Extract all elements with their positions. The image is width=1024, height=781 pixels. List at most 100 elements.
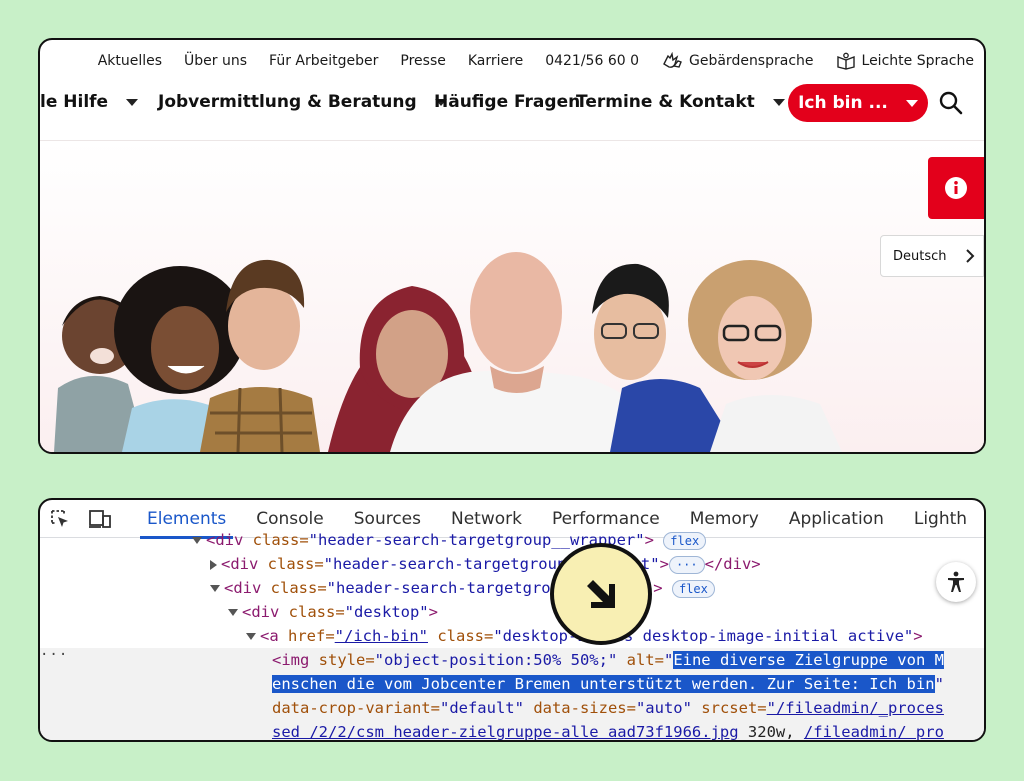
- attr-token: class=: [261, 579, 327, 597]
- phone-number[interactable]: 0421/56 60 0: [545, 53, 639, 69]
- dom-node-wrapper[interactable]: <div class="header-search-targetgroup__w…: [40, 528, 984, 552]
- sign-language-label: Gebärdensprache: [689, 53, 814, 69]
- language-label: Deutsch: [893, 248, 947, 264]
- attr-token: data-sizes=: [523, 699, 636, 717]
- nav-item-hilfe[interactable]: le Hilfe: [40, 92, 139, 112]
- attr-token: data-crop-variant=: [272, 699, 440, 717]
- collapse-triangle-icon[interactable]: [192, 537, 202, 544]
- nav-karriere[interactable]: Karriere: [468, 53, 523, 69]
- ich-bin-label: Ich bin ...: [798, 93, 888, 113]
- info-icon: [945, 177, 967, 199]
- attr-token: srcset=: [691, 699, 767, 717]
- tag-token: <div: [224, 579, 262, 597]
- ich-bin-button[interactable]: Ich bin ...: [788, 84, 928, 122]
- dom-node-img-selected[interactable]: <img style="object-position:50% 50%;" al…: [40, 648, 984, 672]
- nav-item-termine-kontakt[interactable]: Termine & Kontakt: [576, 92, 785, 112]
- value-token: "object-position:50% 50%;": [374, 651, 618, 669]
- href-link[interactable]: "/ich-bin": [335, 627, 428, 645]
- attr-token: class=: [258, 555, 324, 573]
- dom-tree: <div class="header-search-targetgroup__w…: [40, 531, 984, 740]
- value-token: "desktop-images desktop-image-initial ac…: [493, 627, 914, 645]
- dom-node-images[interactable]: <div class="header-search-targetgroup__i…: [40, 576, 984, 600]
- nav-item-haeufige-fragen-label: Häufige Fragen: [434, 92, 581, 112]
- attr-token: href=: [278, 627, 335, 645]
- value-token: "auto": [635, 699, 692, 717]
- collapse-triangle-icon[interactable]: [246, 633, 256, 640]
- main-nav: le Hilfe Jobvermittlung & Beratung Häufi…: [40, 84, 984, 132]
- value-token: "default": [439, 699, 524, 717]
- tag-token: <a: [260, 627, 279, 645]
- dom-node-content[interactable]: <div class="header-search-targetgroup__c…: [40, 552, 984, 576]
- tag-token: <div: [242, 603, 280, 621]
- quote-token: ": [663, 651, 674, 669]
- language-selector[interactable]: Deutsch: [880, 235, 984, 277]
- attr-token: style=: [309, 651, 375, 669]
- easy-language-label: Leichte Sprache: [861, 53, 974, 69]
- chevron-down-icon: [772, 98, 785, 106]
- device-toggle-icon: [89, 509, 111, 528]
- srcset-link[interactable]: sed_/2/2/csm_header-zielgruppe-alle_aad7…: [272, 723, 739, 740]
- dom-node-anchor[interactable]: <a href="/ich-bin" class="desktop-images…: [40, 624, 984, 648]
- nav-item-hilfe-label: le Hilfe: [40, 92, 109, 112]
- sign-language-link[interactable]: Gebärdensprache: [661, 52, 814, 70]
- nav-presse[interactable]: Presse: [400, 53, 445, 69]
- dom-node-img-attrs[interactable]: data-crop-variant="default" data-sizes="…: [40, 696, 984, 720]
- dom-node-img-selected-cont[interactable]: enschen die vom Jobcenter Bremen unterst…: [40, 672, 984, 696]
- tag-token: <div: [206, 531, 244, 549]
- nav-aktuelles[interactable]: Aktuelles: [98, 53, 162, 69]
- hero-banner[interactable]: Deutsch: [40, 140, 984, 452]
- attr-token: alt=: [617, 651, 664, 669]
- dom-node-desktop[interactable]: <div class="desktop">: [40, 600, 984, 624]
- attr-token: class=: [428, 627, 494, 645]
- value-token: "desktop": [344, 603, 429, 621]
- inspect-element-button[interactable]: [40, 508, 80, 530]
- flex-badge[interactable]: flex: [671, 579, 715, 598]
- srcset-link[interactable]: /fileadmin/_pro: [804, 723, 944, 740]
- attr-token: class=: [279, 603, 345, 621]
- devtools-panel: Elements Console Sources Network Perform…: [38, 498, 986, 742]
- tag-token: </div>: [704, 555, 761, 573]
- nav-fuer-arbeitgeber[interactable]: Für Arbeitgeber: [269, 53, 378, 69]
- tag-token: <img: [272, 651, 310, 669]
- sign-language-icon: [663, 52, 682, 68]
- nav-ueber-uns[interactable]: Über uns: [184, 53, 247, 69]
- tag-token: >: [913, 627, 923, 645]
- tag-token: >: [644, 531, 654, 549]
- tag-token: >: [659, 555, 669, 573]
- hero-people-image: [54, 252, 842, 452]
- attr-token: class=: [243, 531, 309, 549]
- collapse-triangle-icon[interactable]: [228, 609, 238, 616]
- inspect-cursor-icon: [51, 509, 68, 527]
- node-gutter-dots[interactable]: ···: [40, 647, 68, 663]
- alt-text-selection[interactable]: enschen die vom Jobcenter Bremen unterst…: [272, 675, 935, 693]
- nav-item-termine-kontakt-label: Termine & Kontakt: [576, 92, 755, 112]
- chevron-down-icon: [905, 99, 918, 107]
- nav-item-jobvermittlung-label: Jobvermittlung & Beratung: [158, 92, 417, 112]
- quote-token: ": [934, 675, 944, 693]
- accessibility-button[interactable]: [936, 562, 976, 602]
- dom-node-img-srcset[interactable]: sed_/2/2/csm_header-zielgruppe-alle_aad7…: [40, 720, 984, 740]
- chevron-down-icon: [126, 98, 139, 106]
- ellipsis-badge[interactable]: ···: [668, 555, 705, 574]
- arrow-down-right-icon: [587, 580, 615, 608]
- book-icon: [836, 52, 855, 70]
- utility-nav: Aktuelles Über uns Für Arbeitgeber Press…: [98, 52, 974, 70]
- tag-token: >: [653, 579, 663, 597]
- tag-token: <div: [221, 555, 259, 573]
- collapse-triangle-icon[interactable]: [210, 585, 220, 592]
- expand-triangle-icon[interactable]: [210, 559, 217, 570]
- website-screenshot: Aktuelles Über uns Für Arbeitgeber Press…: [38, 38, 986, 454]
- search-icon[interactable]: [938, 90, 964, 116]
- accessibility-icon: [948, 571, 964, 592]
- srcset-link[interactable]: "/fileadmin/_proces: [767, 699, 944, 717]
- flex-badge[interactable]: flex: [663, 531, 707, 550]
- tag-token: >: [428, 603, 438, 621]
- device-toolbar-button[interactable]: [80, 508, 120, 530]
- chevron-right-icon: [966, 249, 975, 263]
- info-button[interactable]: [928, 157, 984, 219]
- easy-language-link[interactable]: Leichte Sprache: [836, 52, 974, 70]
- click-indicator: [550, 543, 652, 645]
- nav-item-jobvermittlung[interactable]: Jobvermittlung & Beratung: [158, 92, 447, 112]
- nav-item-haeufige-fragen[interactable]: Häufige Fragen: [434, 92, 580, 112]
- alt-text-selection[interactable]: Eine diverse Zielgruppe von M: [673, 651, 944, 669]
